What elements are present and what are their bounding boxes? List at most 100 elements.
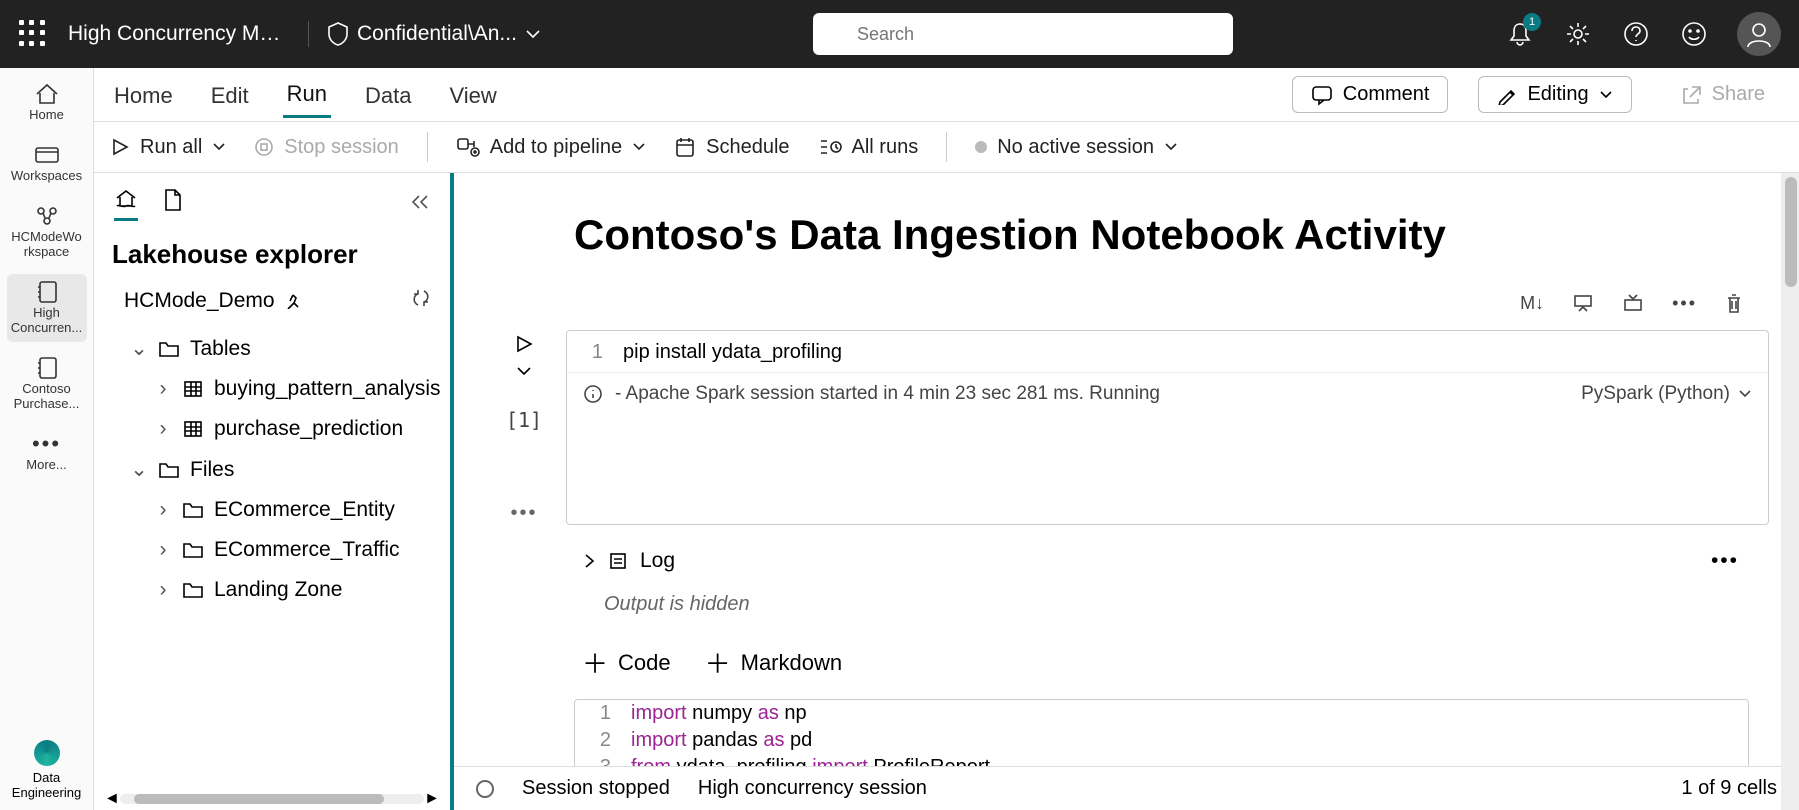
help-button[interactable] xyxy=(1621,19,1651,49)
breadcrumb-title[interactable]: High Concurrency Mo... xyxy=(68,22,288,46)
log-row[interactable]: Log ••• xyxy=(494,535,1769,583)
pin-icon[interactable] xyxy=(285,293,301,309)
person-icon xyxy=(1744,19,1774,49)
nav-persona[interactable]: Data Engineering xyxy=(7,740,87,810)
play-icon[interactable] xyxy=(514,334,534,354)
app-launcher-icon[interactable] xyxy=(18,19,48,49)
sync-icon xyxy=(410,288,432,308)
tab-run[interactable]: Run xyxy=(283,71,331,118)
line-number: 3 xyxy=(591,756,631,766)
delete-cell-button[interactable] xyxy=(1719,289,1749,324)
log-more-button[interactable]: ••• xyxy=(1711,549,1739,573)
tab-data[interactable]: Data xyxy=(361,73,415,117)
code-line[interactable]: 1 pip install ydata_profiling xyxy=(567,331,1768,372)
more-cell-actions-button[interactable]: ••• xyxy=(1666,289,1703,324)
add-code-cell-button[interactable]: ＋ Code xyxy=(582,644,671,681)
notebook-vscroll[interactable] xyxy=(1781,173,1799,810)
cell-gutter: [1] ••• xyxy=(494,330,554,525)
schedule-button[interactable]: Schedule xyxy=(674,136,789,159)
tree-node-folder[interactable]: › ECommerce_Entity xyxy=(106,490,450,530)
line-number: 2 xyxy=(591,729,631,752)
nav-workspaces[interactable]: Workspaces xyxy=(7,137,87,190)
log-icon xyxy=(608,551,628,571)
status-bar: Session stopped High concurrency session… xyxy=(454,766,1799,810)
ribbon-tabs: Home Edit Run Data View Comment Editing … xyxy=(94,68,1799,122)
chevron-right-icon: › xyxy=(154,498,172,522)
explorer-tab-lakehouse[interactable] xyxy=(114,187,138,221)
lakehouse-icon xyxy=(114,187,138,209)
line-number: 1 xyxy=(583,341,623,364)
tree-node-tables[interactable]: ⌄ Tables xyxy=(106,328,450,369)
tree-node-folder[interactable]: › Landing Zone xyxy=(106,570,450,610)
add-to-pipeline-button[interactable]: Add to pipeline xyxy=(456,136,646,159)
sensitivity-label[interactable]: Confidential\An... xyxy=(308,21,541,47)
nav-label: More... xyxy=(26,458,66,473)
nav-more[interactable]: ••• More... xyxy=(7,426,87,479)
account-avatar[interactable] xyxy=(1737,12,1781,56)
convert-markdown-button[interactable]: M↓ xyxy=(1514,289,1550,324)
add-cell-row: ＋ Code ＋ Markdown xyxy=(494,624,1769,699)
folder-icon xyxy=(158,459,180,481)
chevron-down-icon[interactable] xyxy=(516,364,532,378)
feedback-button[interactable] xyxy=(1679,19,1709,49)
notebook-title[interactable]: Contoso's Data Ingestion Notebook Activi… xyxy=(574,211,1769,259)
scroll-left-icon[interactable]: ◄ xyxy=(104,790,120,808)
nav-home[interactable]: Home xyxy=(7,76,87,129)
collapse-explorer-button[interactable] xyxy=(410,193,430,216)
nav-contoso-purchase[interactable]: Contoso Purchase... xyxy=(7,350,87,418)
share-icon xyxy=(1680,84,1702,106)
lakehouse-name: HCMode_Demo xyxy=(124,289,275,313)
tree-node-files[interactable]: ⌄ Files xyxy=(106,449,450,490)
editing-mode-button[interactable]: Editing xyxy=(1478,76,1631,113)
explorer-tree: ⌄ Tables › buying_pattern_analysis › pur… xyxy=(106,328,450,610)
tab-home[interactable]: Home xyxy=(110,73,177,117)
top-bar: High Concurrency Mo... Confidential\An..… xyxy=(0,0,1799,68)
cell-menu-button[interactable]: ••• xyxy=(510,502,537,525)
tree-node-folder[interactable]: › ECommerce_Traffic xyxy=(106,530,450,570)
session-state-button[interactable]: No active session xyxy=(975,136,1178,159)
nav-high-concurrency[interactable]: High Concurren... xyxy=(7,274,87,342)
scroll-thumb[interactable] xyxy=(134,794,384,804)
run-all-button[interactable]: Run all xyxy=(110,136,226,159)
cell-toolbar: M↓ ••• xyxy=(494,289,1749,324)
execution-count: [1] xyxy=(506,408,542,432)
comment-button[interactable]: Comment xyxy=(1292,76,1449,113)
explorer-hscroll[interactable]: ◄ ► xyxy=(104,792,440,806)
pipeline-icon xyxy=(456,136,480,158)
nav-hcmodeworkspace[interactable]: HCModeWo rkspace xyxy=(7,198,87,266)
lakehouse-name-row[interactable]: HCMode_Demo xyxy=(106,284,450,328)
cell-body[interactable]: 1 pip install ydata_profiling - Apache S… xyxy=(566,330,1769,525)
search-input[interactable] xyxy=(857,24,1219,45)
scroll-track[interactable] xyxy=(120,794,424,804)
chevron-down-icon xyxy=(525,26,541,42)
chevron-down-icon xyxy=(212,140,226,154)
explorer-tabs xyxy=(106,181,450,231)
code-cell-2[interactable]: 1 import numpy as np 2 import pandas as … xyxy=(574,699,1749,766)
language-selector[interactable]: PySpark (Python) xyxy=(1581,383,1752,405)
add-markdown-cell-button[interactable]: ＋ Markdown xyxy=(705,644,843,681)
tree-label: Files xyxy=(190,458,234,482)
scroll-thumb[interactable] xyxy=(1785,177,1797,287)
share-button[interactable]: Share xyxy=(1662,77,1783,112)
cell-action-button[interactable] xyxy=(1566,289,1600,324)
tree-label: ECommerce_Traffic xyxy=(214,538,400,562)
stop-session-button[interactable]: Stop session xyxy=(254,136,399,159)
nav-label: HCModeWo rkspace xyxy=(9,230,85,260)
scroll-right-icon[interactable]: ► xyxy=(424,790,440,808)
cell-action-button[interactable] xyxy=(1616,289,1650,324)
table-icon xyxy=(182,378,204,400)
tree-node-table[interactable]: › purchase_prediction xyxy=(106,409,450,449)
tab-edit[interactable]: Edit xyxy=(207,73,253,117)
tree-label: purchase_prediction xyxy=(214,417,403,441)
chevron-down-icon xyxy=(1164,140,1178,154)
all-runs-button[interactable]: All runs xyxy=(818,136,919,159)
refresh-button[interactable] xyxy=(410,288,432,314)
search-box[interactable] xyxy=(813,13,1233,55)
notifications-button[interactable]: 1 xyxy=(1505,19,1535,49)
nav-persona-label: Data Engineering xyxy=(12,770,81,800)
chevron-down-icon xyxy=(1599,88,1613,102)
settings-button[interactable] xyxy=(1563,19,1593,49)
tree-node-table[interactable]: › buying_pattern_analysis xyxy=(106,369,450,409)
explorer-tab-files[interactable] xyxy=(162,188,182,221)
tab-view[interactable]: View xyxy=(445,73,500,117)
